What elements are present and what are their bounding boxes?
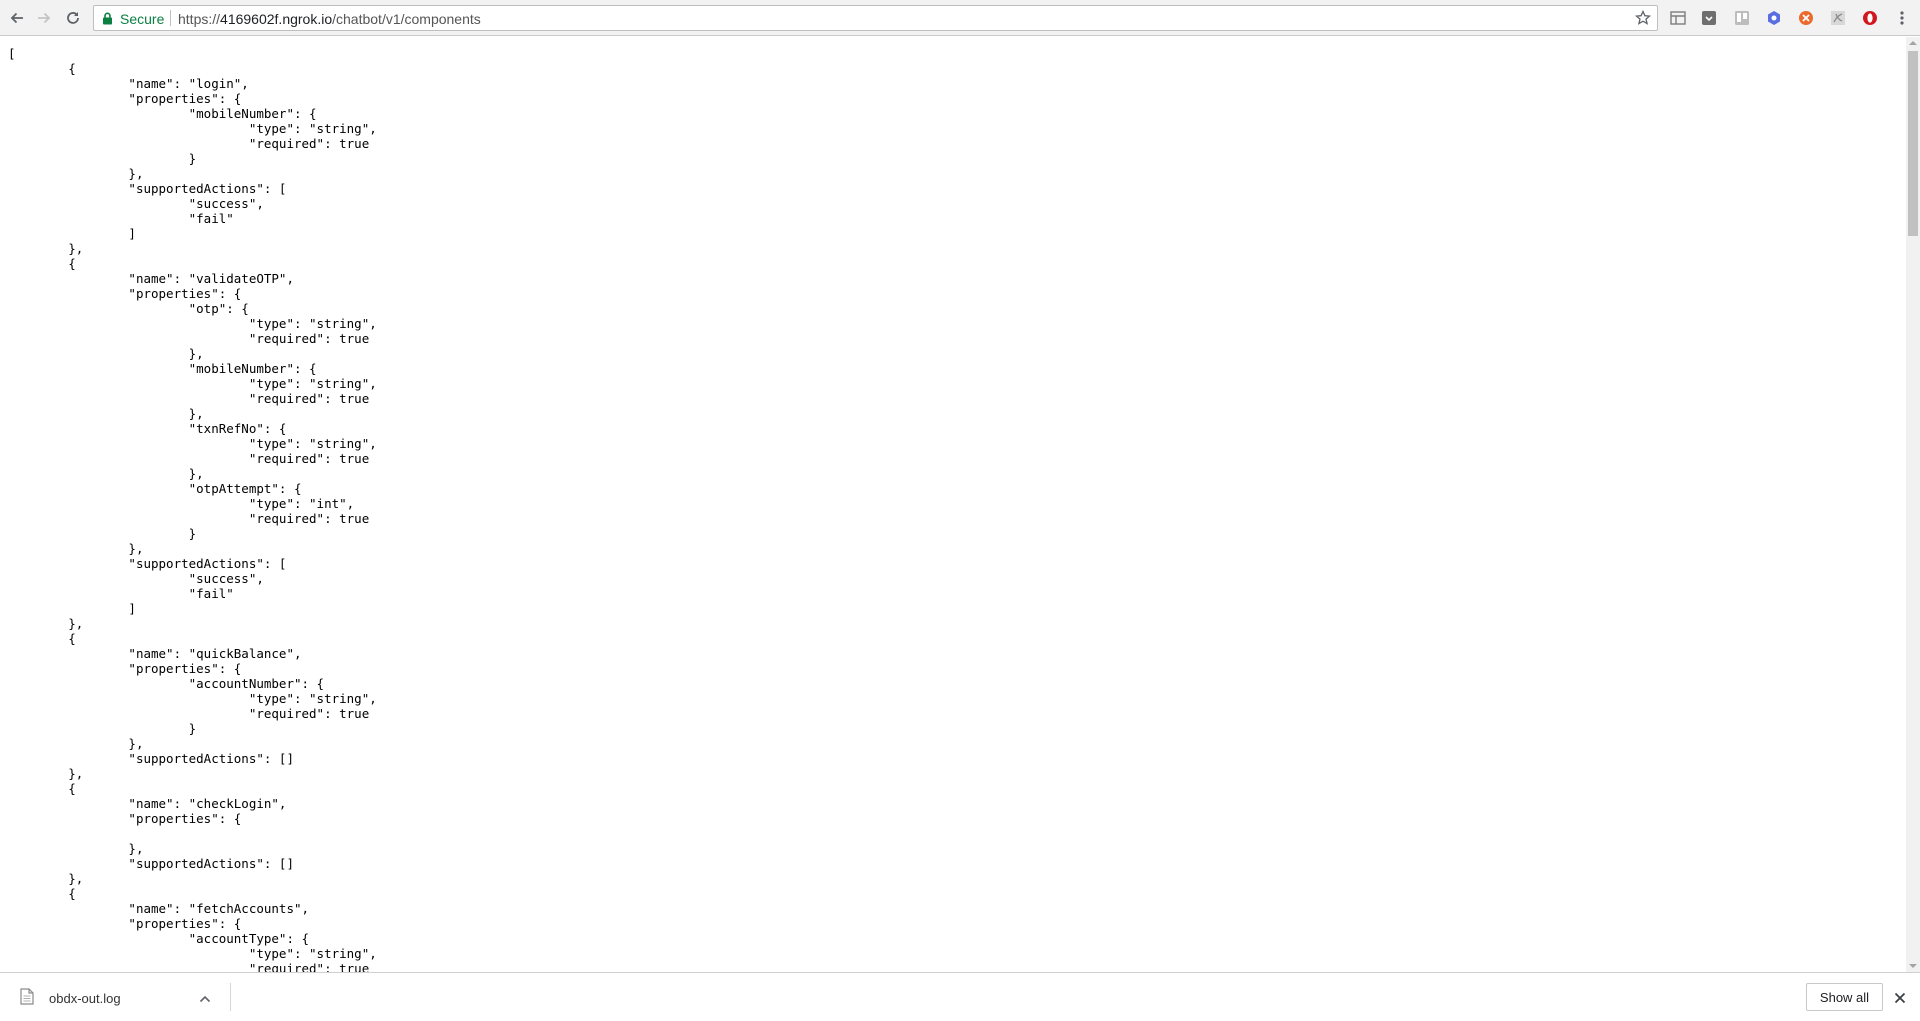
url-path: /chatbot/v1/components (332, 11, 481, 27)
json-line: "required": true (8, 136, 370, 151)
scroll-down-arrow-icon[interactable] (1909, 964, 1917, 968)
json-line: { (8, 781, 76, 796)
json-line: }, (8, 616, 84, 631)
address-bar[interactable]: Secure https://4169602f.ngrok.io/chatbot… (93, 5, 1658, 31)
bookmark-star-icon[interactable] (1634, 9, 1652, 31)
download-shelf: obdx-out.log Show all (0, 972, 1920, 1021)
json-line: "type": "string", (8, 316, 377, 331)
url-scheme: https:// (178, 11, 221, 27)
json-line: [ (8, 46, 16, 61)
json-line: }, (8, 346, 204, 361)
json-line: { (8, 631, 76, 646)
json-line: "name": "validateOTP", (8, 271, 294, 286)
json-line: "supportedActions": [ (8, 556, 287, 571)
json-line: "success", (8, 571, 264, 586)
json-line: "fail" (8, 211, 234, 226)
trello-icon[interactable] (1733, 9, 1751, 27)
json-response-body: [ { "name": "login", "properties": { "mo… (0, 37, 1906, 972)
forward-arrow-icon[interactable] (32, 6, 56, 30)
json-line: }, (8, 871, 84, 886)
pocket-icon[interactable] (1700, 9, 1718, 27)
download-file-name: obdx-out.log (49, 991, 121, 1006)
json-line: "type": "string", (8, 691, 377, 706)
json-line: "properties": { (8, 811, 242, 826)
secure-label: Secure (120, 11, 165, 27)
download-separator (230, 983, 231, 1011)
json-line: "properties": { (8, 286, 242, 301)
json-line: "otpAttempt": { (8, 481, 302, 496)
json-line: { (8, 256, 76, 271)
json-line: }, (8, 841, 144, 856)
browser-toolbar: Secure https://4169602f.ngrok.io/chatbot… (0, 0, 1920, 36)
scroll-up-arrow-icon[interactable] (1909, 41, 1917, 45)
close-circle-extension-icon[interactable] (1797, 9, 1815, 27)
reading-list-icon[interactable] (1669, 9, 1687, 27)
json-line: }, (8, 766, 84, 781)
json-line: "accountType": { (8, 931, 310, 946)
json-line: "name": "checkLogin", (8, 796, 287, 811)
json-line: }, (8, 241, 84, 256)
chevron-up-icon[interactable] (199, 990, 211, 1008)
json-line: "required": true (8, 391, 370, 406)
json-line: "accountNumber": { (8, 676, 325, 691)
json-line: "supportedActions": [ (8, 181, 287, 196)
url-text[interactable]: https://4169602f.ngrok.io/chatbot/v1/com… (178, 11, 481, 27)
json-line: "otp": { (8, 301, 249, 316)
json-line: }, (8, 466, 204, 481)
json-line: ] (8, 601, 136, 616)
json-line: "properties": { (8, 91, 242, 106)
url-host: 4169602f.ngrok.io (220, 11, 333, 27)
json-line: { (8, 886, 76, 901)
more-menu-icon[interactable] (1893, 9, 1911, 27)
json-line: "name": "login", (8, 76, 249, 91)
json-line: { (8, 61, 76, 76)
json-line: "name": "quickBalance", (8, 646, 302, 661)
json-line: "success", (8, 196, 264, 211)
json-line: "required": true (8, 331, 370, 346)
json-line: }, (8, 541, 144, 556)
json-line: "properties": { (8, 661, 242, 676)
json-line: "properties": { (8, 916, 242, 931)
json-line: } (8, 721, 197, 736)
page-content: [ { "name": "login", "properties": { "mo… (0, 37, 1906, 972)
reload-icon[interactable] (61, 6, 85, 30)
json-line: ] (8, 226, 136, 241)
json-line: "type": "string", (8, 946, 377, 961)
json-line: } (8, 526, 197, 541)
json-line: "txnRefNo": { (8, 421, 287, 436)
json-line: }, (8, 406, 204, 421)
back-arrow-icon[interactable] (5, 6, 29, 30)
json-line: } (8, 151, 197, 166)
close-icon[interactable] (1894, 991, 1906, 1009)
file-icon (20, 988, 34, 1010)
json-line: "mobileNumber": { (8, 106, 317, 121)
json-line: "required": true (8, 511, 370, 526)
json-line: "required": true (8, 961, 370, 972)
json-line: "supportedActions": [] (8, 856, 294, 871)
json-line: "type": "string", (8, 121, 377, 136)
json-line: "supportedActions": [] (8, 751, 294, 766)
show-all-button[interactable]: Show all (1806, 983, 1883, 1011)
vertical-scrollbar[interactable] (1906, 37, 1920, 972)
pdf-extension-icon[interactable] (1829, 9, 1847, 27)
json-line: "required": true (8, 706, 370, 721)
lock-icon (102, 12, 113, 30)
json-line: }, (8, 166, 144, 181)
download-item[interactable]: obdx-out.log (0, 973, 230, 1021)
omnibox-divider (170, 10, 171, 26)
json-line: "type": "int", (8, 496, 355, 511)
scrollbar-thumb[interactable] (1908, 51, 1918, 236)
json-line: "fail" (8, 586, 234, 601)
json-line: "type": "string", (8, 436, 377, 451)
json-line: "name": "fetchAccounts", (8, 901, 310, 916)
json-line: "type": "string", (8, 376, 377, 391)
json-line: "mobileNumber": { (8, 361, 317, 376)
chrome-extension-icon[interactable] (1765, 9, 1783, 27)
json-line: }, (8, 736, 144, 751)
json-line: "required": true (8, 451, 370, 466)
opera-extension-icon[interactable] (1861, 9, 1879, 27)
